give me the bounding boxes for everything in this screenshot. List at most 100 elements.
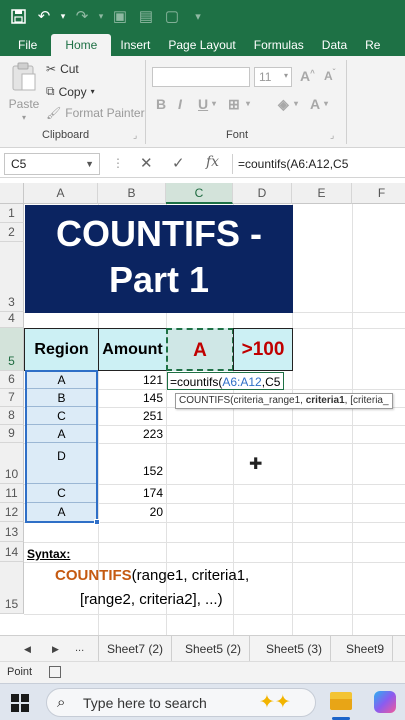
threshold-cell-d5[interactable]: >100 [233, 328, 293, 371]
row-header-8[interactable]: 8 [0, 407, 24, 425]
increase-font-icon[interactable]: A^ [300, 68, 315, 84]
macro-record-icon[interactable] [49, 666, 61, 678]
fill-color-icon[interactable]: ◈ [278, 96, 289, 113]
dialog-launcher-icon[interactable]: ⌟ [330, 130, 334, 141]
amount-cell[interactable]: 145 [98, 389, 166, 407]
column-header-d[interactable]: D [233, 183, 292, 204]
tab-file[interactable]: File [0, 34, 51, 56]
row-header-9[interactable]: 9 [0, 425, 24, 443]
dropdown-icon[interactable]: ▾ [96, 4, 106, 28]
undo-icon[interactable]: ↶ [32, 4, 56, 28]
dialog-launcher-icon[interactable]: ⌟ [133, 130, 137, 141]
amount-cell[interactable]: 121 [98, 371, 166, 389]
column-header-e[interactable]: E [292, 183, 352, 204]
row-header-10[interactable]: 10 [0, 443, 24, 484]
underline-icon[interactable]: U [198, 96, 208, 112]
name-box[interactable]: C5 ▼ [4, 153, 100, 175]
column-header-f[interactable]: F [352, 183, 405, 204]
tab-home[interactable]: Home [51, 34, 112, 56]
redo-icon[interactable]: ↷ [70, 4, 94, 28]
tooltip-arg1: criteria_range1, [233, 395, 306, 406]
chevron-down-icon[interactable]: ▾ [294, 99, 298, 108]
formula-input[interactable]: =countifs(A6:A12,C5 [238, 153, 348, 175]
function-tooltip[interactable]: COUNTIFS(criteria_range1, criteria1, [cr… [175, 393, 393, 409]
copy-button[interactable]: ⧉ Copy ▾ [46, 84, 95, 99]
row-header-15[interactable]: 15 [0, 562, 24, 614]
amount-cell[interactable]: 174 [98, 484, 166, 503]
row-header-14[interactable]: 14 [0, 542, 24, 562]
criteria-cell-c5[interactable]: A [166, 328, 234, 371]
row-header-11[interactable]: 11 [0, 484, 24, 503]
camera-icon[interactable]: ▣ [108, 4, 132, 28]
dropdown-icon[interactable]: ▾ [58, 4, 68, 28]
fill-handle[interactable] [94, 519, 100, 525]
next-sheet-icon[interactable]: ▶ [52, 644, 59, 655]
row-header-6[interactable]: 6 [0, 371, 24, 389]
row-header-12[interactable]: 12 [0, 503, 24, 522]
font-name-box[interactable] [152, 67, 250, 87]
tab-data[interactable]: Data [313, 34, 356, 56]
font-size-box[interactable]: 11 ▾ [254, 67, 292, 87]
worksheet-grid[interactable]: A B C D E F 1 2 3 4 5 6 7 8 9 10 11 12 1… [0, 183, 405, 635]
format-painter-button[interactable]: 🖌 Format Painter [46, 106, 145, 120]
title-line-1: COUNTIFS - [56, 213, 262, 254]
borders-icon[interactable]: ⊞ [228, 96, 240, 113]
insert-function-icon[interactable]: fx [206, 154, 219, 170]
syntax-function-name: COUNTIFS [55, 567, 132, 584]
column-header-b[interactable]: B [98, 183, 166, 204]
italic-icon[interactable]: I [178, 96, 182, 112]
row-header-5[interactable]: 5 [0, 328, 24, 371]
row-header-7[interactable]: 7 [0, 389, 24, 407]
column-header-c[interactable]: C [166, 183, 233, 204]
row-header-13[interactable]: 13 [0, 522, 24, 542]
new-sheet-icon[interactable]: ▢ [160, 4, 184, 28]
windows-start-icon[interactable] [11, 694, 29, 712]
select-all-corner[interactable] [0, 183, 24, 204]
font-color-icon[interactable]: A [310, 96, 320, 112]
row-header-2[interactable]: 2 [0, 223, 24, 242]
row-header-4[interactable]: 4 [0, 311, 24, 328]
formula-bar-options-icon[interactable]: ⋮ [112, 156, 124, 170]
cancel-icon[interactable]: ✕ [140, 154, 153, 172]
more-icon[interactable]: ▾ [186, 4, 210, 28]
amount-cell[interactable]: 20 [98, 503, 166, 522]
header-region[interactable]: Region [24, 328, 99, 371]
syntax-args-1: (range1, criteria1, [131, 567, 250, 584]
chevron-down-icon[interactable]: ▾ [324, 99, 328, 108]
header-amount[interactable]: Amount [98, 328, 167, 371]
paste-button[interactable]: Paste ▾ [8, 62, 40, 122]
clipboard-icon [11, 62, 37, 95]
amount-cell[interactable]: 251 [98, 407, 166, 425]
amount-cell[interactable]: 152 [98, 443, 166, 484]
status-bar: Point [0, 661, 405, 683]
ribbon: Paste ▾ ✂ Cut ⧉ Copy ▾ 🖌 Format Painter … [0, 56, 405, 148]
copy-label: Copy [58, 84, 87, 99]
cut-button[interactable]: ✂ Cut [46, 62, 79, 76]
row-header-1[interactable]: 1 [0, 204, 24, 223]
enter-icon[interactable]: ✓ [172, 154, 185, 172]
tab-page-layout[interactable]: Page Layout [159, 34, 244, 56]
sheet-tab[interactable]: Sheet5 (2) [177, 636, 251, 662]
tab-review[interactable]: Re [356, 34, 389, 56]
sheet-tab[interactable]: Sheet5 (3) [258, 636, 332, 662]
row-header-3[interactable]: 3 [0, 242, 24, 312]
chevron-down-icon[interactable]: ▾ [212, 99, 216, 108]
prev-sheet-icon[interactable]: ◀ [24, 644, 31, 655]
sheet-tab[interactable]: Sheet9 [338, 636, 394, 662]
amount-cell[interactable]: 223 [98, 425, 166, 443]
sheet-tab[interactable]: Sheet7 (2) [98, 636, 173, 662]
more-sheets-button[interactable]: ... [75, 642, 84, 654]
copilot-icon[interactable] [374, 691, 396, 713]
column-header-a[interactable]: A [24, 183, 98, 204]
tab-formulas[interactable]: Formulas [245, 34, 313, 56]
tab-insert[interactable]: Insert [111, 34, 159, 56]
decrease-font-icon[interactable]: Aˇ [324, 68, 335, 83]
save-icon[interactable] [6, 4, 30, 28]
image-icon[interactable]: ▤ [134, 4, 158, 28]
cell-editor[interactable]: =countifs(A6:A12,C5 [167, 372, 285, 390]
taskbar-search-box[interactable]: ⌕ Type here to search ✦✦ [46, 688, 316, 717]
chevron-down-icon[interactable]: ▾ [246, 99, 250, 108]
file-explorer-icon[interactable] [330, 692, 352, 710]
bold-icon[interactable]: B [156, 96, 166, 112]
chevron-down-icon: ▾ [21, 113, 26, 122]
